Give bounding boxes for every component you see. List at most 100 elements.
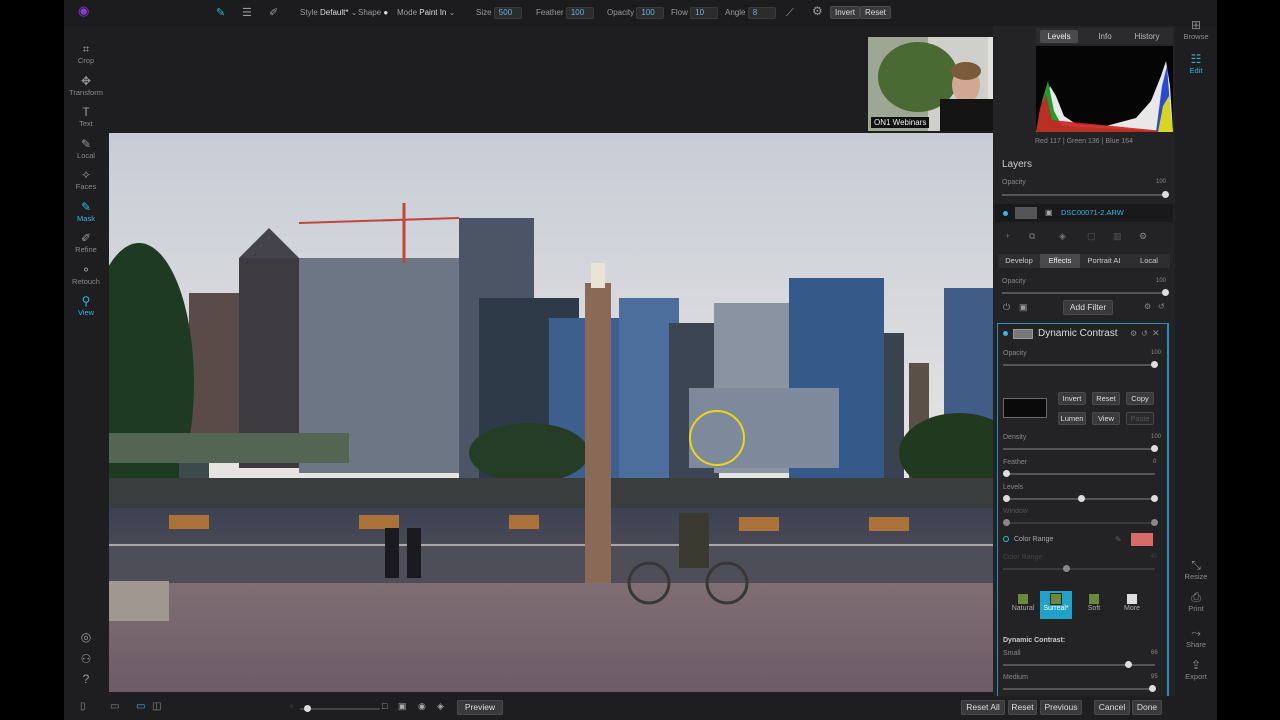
slider-knob[interactable]	[1151, 495, 1158, 502]
fill-icon[interactable]: ◈	[1059, 231, 1066, 242]
gear-icon[interactable]: ⚙	[812, 4, 823, 18]
preset-more[interactable]: More	[1116, 591, 1148, 619]
single-view-icon[interactable]: ▭	[136, 701, 145, 712]
reset-all-button[interactable]: Reset All	[961, 700, 1005, 715]
mask-thumbnail[interactable]	[1003, 398, 1047, 418]
tool-refine[interactable]: ✐ Refine	[64, 231, 108, 254]
zoom-slider[interactable]	[300, 705, 380, 712]
feather-control[interactable]: Feather 100	[536, 6, 594, 20]
preview-button[interactable]: Preview	[457, 700, 503, 715]
tab-effects[interactable]: Effects	[1040, 254, 1080, 268]
slider-knob[interactable]	[1125, 661, 1132, 668]
slider-knob[interactable]	[1151, 445, 1158, 452]
tool-mask[interactable]: ✎ Mask	[64, 200, 108, 223]
tab-portrait-ai[interactable]: Portrait AI	[1080, 254, 1128, 268]
duplicate-layer-icon[interactable]: ⧉	[1029, 231, 1035, 242]
mask-paste-button[interactable]: Paste	[1126, 412, 1154, 425]
shape-control[interactable]: Shape ●	[358, 6, 388, 20]
trash-icon[interactable]: ▥	[1113, 231, 1122, 242]
filter-reset-icon[interactable]: ↺	[1141, 329, 1148, 338]
tool-text[interactable]: T Text	[64, 105, 108, 128]
eye-icon[interactable]: ◈	[437, 701, 444, 712]
tab-develop[interactable]: Develop	[998, 254, 1040, 268]
density-slider[interactable]	[1003, 445, 1158, 452]
refine-brush-icon[interactable]: ✐	[269, 6, 278, 20]
levels-slider[interactable]	[1003, 495, 1158, 502]
compare-view-icon[interactable]: ◫	[152, 701, 161, 712]
flow-field[interactable]: 10	[690, 7, 719, 19]
mode-control[interactable]: Mode Paint In ⌄	[397, 6, 455, 20]
tool-retouch[interactable]: ⚬ Retouch	[64, 263, 108, 286]
preset-natural[interactable]: Natural	[1007, 591, 1039, 619]
merge-icon[interactable]: ▢	[1087, 231, 1096, 242]
slider-knob[interactable]	[1162, 191, 1169, 198]
angle-field[interactable]: 8	[747, 7, 776, 19]
tool-local[interactable]: ✎ Local	[64, 137, 108, 160]
preset-surreal[interactable]: Surreal*	[1040, 591, 1072, 619]
small-slider[interactable]	[1003, 661, 1155, 668]
cancel-button[interactable]: Cancel	[1094, 700, 1130, 715]
mask-invert-button[interactable]: Invert	[1058, 392, 1086, 405]
reset-button[interactable]: Reset	[1008, 700, 1037, 715]
eyedropper-icon[interactable]: ⟋	[786, 6, 794, 20]
medium-slider[interactable]	[1003, 685, 1156, 692]
size-control[interactable]: Size 500	[476, 6, 522, 20]
add-layer-icon[interactable]: +	[1005, 231, 1010, 241]
flow-control[interactable]: Flow 10	[671, 6, 719, 20]
slider-knob[interactable]	[1063, 565, 1070, 572]
size-field[interactable]: 500	[493, 7, 522, 19]
layers-opacity-slider[interactable]	[1002, 191, 1169, 198]
mask-overlay-icon[interactable]: □	[382, 701, 387, 711]
preset-soft[interactable]: Soft	[1078, 591, 1110, 619]
sidebar-toggle-icon[interactable]: ▯	[80, 701, 86, 712]
text-overlay-icon[interactable]: ▣	[398, 701, 407, 712]
layers-toggle-icon[interactable]: ◎	[64, 630, 108, 644]
resize-button[interactable]: ⤡ Resize	[1175, 558, 1217, 581]
slider-knob[interactable]	[1151, 361, 1158, 368]
share-button[interactable]: ⤳ Share	[1175, 626, 1217, 649]
tool-crop[interactable]: ⌗ Crop	[64, 42, 108, 65]
slider-knob[interactable]	[1003, 470, 1010, 477]
layer-settings-gear-icon[interactable]: ⚙	[1139, 231, 1147, 242]
done-button[interactable]: Done	[1132, 700, 1162, 715]
add-filter-button[interactable]: Add Filter	[1063, 300, 1113, 315]
tab-history[interactable]: History	[1128, 30, 1166, 43]
settings-gear-icon[interactable]: ⚙	[1144, 302, 1151, 311]
color-range-swatch[interactable]	[1131, 533, 1153, 546]
filter-opacity-slider[interactable]	[1003, 361, 1158, 368]
previous-button[interactable]: Previous	[1040, 700, 1082, 715]
feather-slider[interactable]	[1003, 470, 1155, 477]
help-icon[interactable]: ?	[64, 672, 108, 686]
tool-view[interactable]: ⚲ View	[64, 294, 108, 317]
effects-opacity-slider[interactable]	[1002, 289, 1169, 296]
slider-knob[interactable]	[1151, 519, 1158, 526]
filter-visibility-dot-icon[interactable]	[1003, 331, 1008, 336]
browse-button[interactable]: ⊞ Browse	[1175, 18, 1217, 41]
opacity-control[interactable]: Opacity 100	[607, 6, 665, 20]
photo-canvas[interactable]	[109, 133, 993, 692]
export-button[interactable]: ⇪ Export	[1175, 658, 1217, 681]
filter-gear-icon[interactable]: ⚙	[1130, 329, 1137, 338]
tool-faces[interactable]: ✧ Faces	[64, 168, 108, 191]
close-icon[interactable]: ✕	[1152, 328, 1160, 339]
opacity-field[interactable]: 100	[636, 7, 665, 19]
reset-icon[interactable]: ↺	[1158, 302, 1165, 311]
slider-knob[interactable]	[1149, 685, 1156, 692]
tab-local[interactable]: Local	[1128, 254, 1170, 268]
slider-knob[interactable]	[1003, 495, 1010, 502]
layer-row[interactable]: ▣ DSC00071-2.ARW	[995, 204, 1173, 222]
print-button[interactable]: ⎙ Print	[1175, 590, 1217, 613]
user-icon[interactable]: ⚇	[64, 652, 108, 666]
power-icon[interactable]: ⏻	[1003, 302, 1010, 313]
slider-knob[interactable]	[1078, 495, 1085, 502]
mask-lumen-button[interactable]: Lumen	[1058, 412, 1086, 425]
reset-button[interactable]: Reset	[860, 6, 891, 19]
slider-knob[interactable]	[304, 705, 311, 712]
filmstrip-icon[interactable]: ▭	[110, 701, 119, 712]
gradient-tool-icon[interactable]: ☰	[242, 6, 252, 20]
mask-brush-tool-icon[interactable]: ✎	[216, 6, 225, 20]
invert-button[interactable]: Invert	[830, 6, 861, 19]
style-control[interactable]: Style Default* ⌄	[300, 6, 357, 20]
mask-copy-button[interactable]: Copy	[1126, 392, 1154, 405]
mask-view-button[interactable]: View	[1092, 412, 1120, 425]
